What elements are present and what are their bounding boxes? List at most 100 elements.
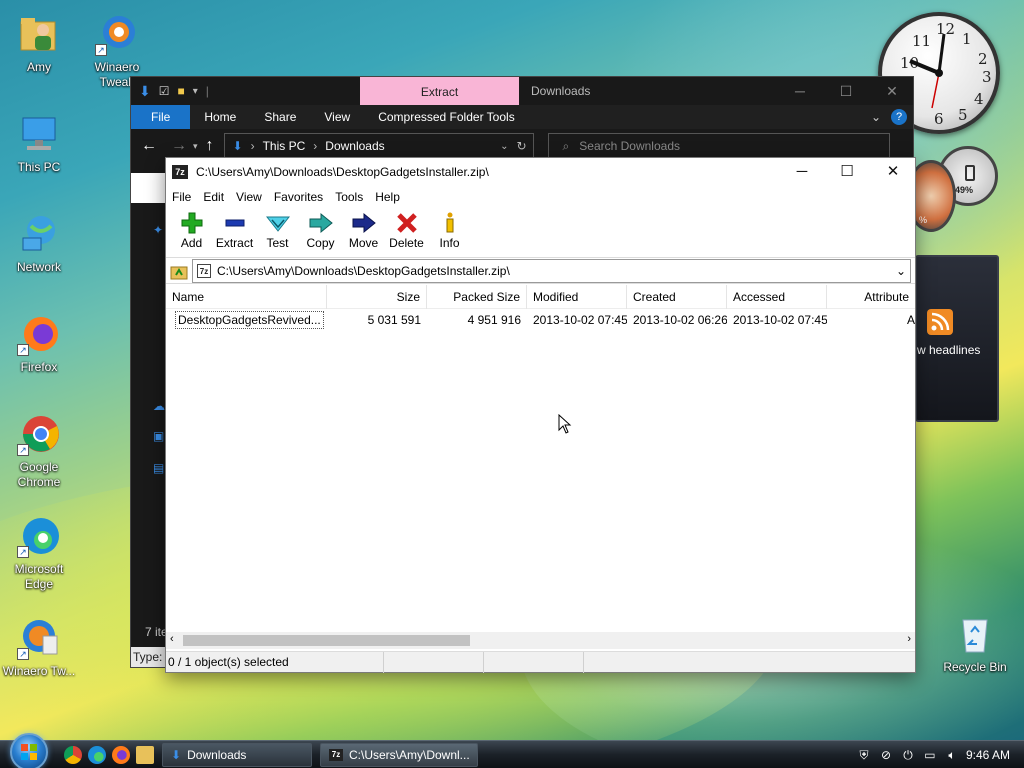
close-icon[interactable]: ✕ bbox=[869, 77, 915, 105]
ribbon-tab-share[interactable]: Share bbox=[250, 110, 310, 124]
desktop-icon-google-chrome[interactable]: ↗ Google Chrome bbox=[0, 412, 78, 490]
column-header-attributes[interactable]: Attribute bbox=[827, 285, 915, 309]
download-arrow-icon[interactable]: ⬇ bbox=[139, 83, 151, 100]
ribbon-tab-compressed-folder-tools[interactable]: Compressed Folder Tools bbox=[364, 110, 529, 124]
ribbon-tab-file[interactable]: File bbox=[131, 105, 191, 129]
desktop-icon-recycle-bin[interactable]: Recycle Bin bbox=[936, 612, 1014, 675]
system-tray: ⛨ ⊘ ⏻ ▭ 🔈︎ 9:46 AM bbox=[856, 741, 1024, 768]
column-header-accessed[interactable]: Accessed bbox=[727, 285, 827, 309]
column-header-size[interactable]: Size bbox=[327, 285, 427, 309]
network-disconnected-icon[interactable]: ⊘ bbox=[878, 747, 894, 763]
file-explorer-icon[interactable] bbox=[136, 745, 154, 764]
taskbar-button-downloads[interactable]: ⬇ Downloads bbox=[162, 742, 312, 767]
ribbon-tab-home[interactable]: Home bbox=[190, 110, 250, 124]
extract-button[interactable]: Extract bbox=[213, 208, 256, 258]
menu-edit[interactable]: Edit bbox=[203, 190, 230, 204]
add-button[interactable]: Add bbox=[170, 208, 213, 258]
move-button[interactable]: Move bbox=[342, 208, 385, 258]
archive-icon: 7z bbox=[197, 263, 211, 278]
explorer-search-box[interactable]: ⌕ Search Downloads bbox=[547, 133, 890, 159]
up-arrow-icon[interactable]: ↑ bbox=[206, 137, 214, 155]
search-icon: ⌕ bbox=[562, 138, 570, 153]
delete-button[interactable]: Delete bbox=[385, 208, 428, 258]
taskbar: ⬇ Downloads 7z C:\Users\Amy\Downl... ⛨ ⊘… bbox=[0, 732, 1024, 768]
info-button[interactable]: Info bbox=[428, 208, 471, 258]
scroll-left-icon[interactable]: ‹ bbox=[170, 633, 174, 645]
forward-arrow-icon[interactable]: → bbox=[171, 137, 187, 155]
horizontal-scrollbar[interactable]: ‹ › bbox=[166, 632, 915, 649]
chevron-down-icon[interactable]: ⌄ bbox=[896, 264, 906, 278]
power-icon[interactable]: ⏻ bbox=[900, 747, 916, 763]
maximize-icon[interactable]: ☐ bbox=[824, 158, 870, 186]
test-button[interactable]: Test bbox=[256, 208, 299, 258]
security-shield-icon[interactable]: ⛨ bbox=[856, 747, 872, 763]
close-icon[interactable]: ✕ bbox=[870, 158, 916, 186]
menu-favorites[interactable]: Favorites bbox=[274, 190, 329, 204]
firefox-icon[interactable] bbox=[112, 745, 130, 764]
column-header-modified[interactable]: Modified bbox=[527, 285, 627, 309]
volume-muted-icon[interactable]: 🔈︎ bbox=[944, 747, 960, 763]
taskbar-button-7zip[interactable]: 7z C:\Users\Amy\Downl... bbox=[320, 742, 478, 767]
file-list[interactable]: Name Size Packed Size Modified Created A… bbox=[166, 285, 915, 635]
quick-access-icon[interactable]: ✦ bbox=[153, 223, 163, 237]
breadcrumb-chevron-icon: › bbox=[313, 139, 318, 153]
ribbon-tab-view[interactable]: View bbox=[310, 110, 364, 124]
back-arrow-icon[interactable]: ← bbox=[141, 137, 157, 155]
display-icon[interactable]: ▭ bbox=[922, 747, 938, 763]
desktop-icon-network[interactable]: Network bbox=[0, 212, 78, 275]
feed-headlines-gadget[interactable]: w headlines bbox=[915, 255, 999, 422]
menu-help[interactable]: Help bbox=[375, 190, 406, 204]
explorer-titlebar[interactable]: ⬇ ☑ ■ ▾ | Extract Downloads ─ ☐ ✕ bbox=[131, 77, 913, 105]
desktop-icon-user-folder[interactable]: Amy bbox=[0, 12, 78, 75]
onedrive-icon[interactable]: ☁ bbox=[153, 399, 165, 413]
status-segment bbox=[484, 651, 584, 673]
chrome-icon[interactable] bbox=[64, 745, 82, 764]
new-folder-icon[interactable]: ■ bbox=[178, 84, 185, 98]
path-input[interactable]: C:\Users\Amy\Downloads\DesktopGadgetsIns… bbox=[217, 264, 510, 278]
network-nav-icon[interactable]: ▤ bbox=[153, 461, 164, 475]
customize-toolbar-icon[interactable]: ▾ bbox=[193, 86, 198, 97]
menu-tools[interactable]: Tools bbox=[335, 190, 369, 204]
up-folder-button[interactable] bbox=[166, 259, 192, 283]
tab-extract[interactable]: Extract bbox=[360, 77, 519, 105]
refresh-icon[interactable]: ↻ bbox=[516, 139, 532, 153]
status-segment bbox=[584, 652, 684, 673]
scroll-right-icon[interactable]: › bbox=[907, 633, 911, 645]
7zip-titlebar[interactable]: 7z C:\Users\Amy\Downloads\DesktopGadgets… bbox=[166, 158, 915, 186]
properties-icon[interactable]: ☑ bbox=[159, 84, 170, 98]
breadcrumb-downloads[interactable]: Downloads bbox=[325, 139, 384, 153]
minimize-icon[interactable]: ─ bbox=[777, 77, 823, 105]
column-header-name[interactable]: Name bbox=[166, 285, 327, 309]
cell-attributes: A bbox=[906, 313, 915, 327]
address-dropdown-icon[interactable]: ⌄ bbox=[500, 141, 508, 152]
edge-icon: ↗ bbox=[17, 514, 61, 558]
scrollbar-thumb[interactable] bbox=[183, 635, 470, 646]
desktop-icon-winaero-tweaker-2[interactable]: ↗ Winaero Tw... bbox=[0, 616, 78, 679]
menu-view[interactable]: View bbox=[236, 190, 268, 204]
minimize-icon[interactable]: ─ bbox=[779, 158, 825, 186]
menu-file[interactable]: File bbox=[172, 190, 197, 204]
path-combobox[interactable]: 7z C:\Users\Amy\Downloads\DesktopGadgets… bbox=[192, 258, 911, 283]
start-button[interactable] bbox=[10, 732, 48, 768]
maximize-icon[interactable]: ☐ bbox=[823, 77, 869, 105]
this-pc-nav-icon[interactable]: ▣ bbox=[153, 429, 164, 443]
edge-icon[interactable] bbox=[88, 745, 106, 764]
explorer-address-bar[interactable]: ⬇ › This PC › Downloads ⌄ ↻ bbox=[223, 133, 534, 159]
window-title: C:\Users\Amy\Downloads\DesktopGadgetsIns… bbox=[196, 165, 489, 179]
help-icon[interactable]: ? bbox=[891, 109, 907, 125]
taskbar-clock[interactable]: 9:46 AM bbox=[966, 748, 1010, 762]
desktop-icon-this-pc[interactable]: This PC bbox=[0, 112, 78, 175]
recent-dropdown-icon[interactable]: ▾ bbox=[193, 141, 198, 152]
table-row[interactable]: DesktopGadgetsRevived... 5 031 591 4 951… bbox=[166, 309, 915, 331]
plus-icon bbox=[180, 212, 204, 234]
breadcrumb-this-pc[interactable]: This PC bbox=[263, 139, 306, 153]
quick-access-toolbar: ⬇ ☑ ■ ▾ | bbox=[131, 83, 360, 100]
7zip-window[interactable]: 7z C:\Users\Amy\Downloads\DesktopGadgets… bbox=[165, 157, 916, 673]
ribbon-expand-icon[interactable]: ⌄ bbox=[871, 110, 891, 124]
desktop-icon-firefox[interactable]: ↗ Firefox bbox=[0, 312, 78, 375]
column-header-created[interactable]: Created bbox=[627, 285, 727, 309]
column-header-packed-size[interactable]: Packed Size bbox=[427, 285, 527, 309]
copy-button[interactable]: Copy bbox=[299, 208, 342, 258]
desktop-icon-microsoft-edge[interactable]: ↗ Microsoft Edge bbox=[0, 514, 78, 592]
cell-name: DesktopGadgetsRevived... bbox=[166, 309, 327, 331]
